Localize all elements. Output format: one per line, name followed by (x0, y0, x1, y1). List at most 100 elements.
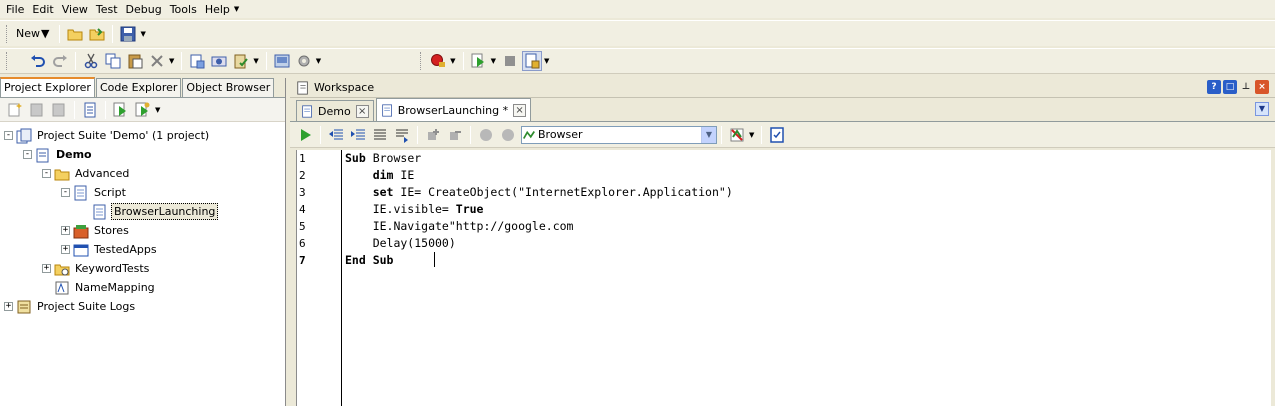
code-line[interactable]: IE.visible= True (345, 201, 733, 218)
chevron-down-icon[interactable]: ▼ (41, 27, 49, 40)
new-button[interactable]: New ▼ (13, 24, 55, 44)
toolbar-grip[interactable] (6, 24, 9, 43)
close-tab-icon[interactable]: × (355, 104, 369, 118)
routine-selector[interactable]: Browser ▼ (521, 125, 717, 144)
check-syntax-icon[interactable] (767, 125, 787, 145)
cut-icon[interactable] (81, 51, 101, 71)
copy-icon[interactable] (103, 51, 123, 71)
clipboard-check-icon[interactable] (231, 51, 251, 71)
code-line[interactable]: set IE= CreateObject("InternetExplorer.A… (345, 184, 733, 201)
record-icon[interactable] (209, 51, 229, 71)
bookmark-add-icon[interactable] (423, 125, 443, 145)
close-icon[interactable]: × (1255, 80, 1269, 94)
chevron-down-icon[interactable]: ▼ (253, 57, 258, 65)
code-line[interactable]: IE.Navigate"http://google.com (345, 218, 733, 235)
open-project-icon[interactable] (87, 24, 107, 44)
indent-icon[interactable] (348, 125, 368, 145)
add-existing-icon[interactable] (27, 100, 47, 120)
menu-test[interactable]: Test (96, 3, 118, 16)
uncomment-icon[interactable] (392, 125, 412, 145)
test-items-icon[interactable] (521, 51, 542, 71)
expand-icon[interactable]: + (4, 302, 13, 311)
stop-icon[interactable] (500, 51, 520, 71)
code-line[interactable]: dim IE (345, 167, 733, 184)
menu-help[interactable]: Help (205, 3, 230, 16)
menu-edit[interactable]: Edit (32, 3, 53, 16)
breakpoint-icon[interactable] (428, 51, 448, 71)
chevron-down-icon[interactable]: ▼ (491, 57, 496, 65)
code-editor[interactable]: 1 2 3 4 5 6 7 Sub Browser dim IE set IE= Creat… (296, 150, 1271, 406)
new-item-icon[interactable] (5, 100, 25, 120)
chevron-down-icon[interactable]: ▼ (140, 30, 145, 38)
close-tab-icon[interactable]: × (513, 103, 527, 117)
tree-item-demo[interactable]: - Demo (0, 145, 285, 164)
delete-icon[interactable] (147, 51, 167, 71)
bookmark-remove-icon[interactable] (445, 125, 465, 145)
tab-list-dropdown-icon[interactable]: ▼ (1255, 102, 1269, 116)
chevron-down-icon[interactable]: ▼ (155, 106, 160, 114)
tree-item-testedapps[interactable]: + TestedApps (0, 240, 285, 259)
collapse-icon[interactable]: - (42, 169, 51, 178)
navigate-forward-icon[interactable] (498, 125, 518, 145)
add-item-icon[interactable] (187, 51, 207, 71)
chevron-down-icon[interactable]: ▼ (701, 126, 716, 143)
expand-icon[interactable]: + (61, 226, 70, 235)
collapse-icon[interactable]: - (23, 150, 32, 159)
code-area[interactable]: Sub Browser dim IE set IE= CreateObject(… (345, 150, 733, 269)
chevron-down-icon[interactable]: ▼ (749, 131, 754, 139)
collapse-icon[interactable]: - (4, 131, 13, 140)
toolbar-separator (59, 24, 61, 43)
run-icon[interactable] (469, 51, 489, 71)
outdent-icon[interactable] (326, 125, 346, 145)
menu-view[interactable]: View (62, 3, 88, 16)
menu-tools[interactable]: Tools (170, 3, 197, 16)
code-text: Browser (365, 151, 422, 165)
tree-item-keywordtests[interactable]: + KeywordTests (0, 259, 285, 278)
tree-item-script[interactable]: - Script (0, 183, 285, 202)
code-line[interactable]: Delay(15000) (345, 235, 733, 252)
toolbar-grip[interactable] (6, 52, 9, 70)
open-folder-icon[interactable] (65, 24, 85, 44)
code-line[interactable]: End Sub (345, 252, 733, 269)
tree-item-advanced[interactable]: - Advanced (0, 164, 285, 183)
tab-demo[interactable]: Demo × (296, 100, 374, 121)
tree-item-stores[interactable]: + Stores (0, 221, 285, 240)
menu-file[interactable]: File (6, 3, 24, 16)
navigate-back-icon[interactable] (476, 125, 496, 145)
paste-icon[interactable] (125, 51, 145, 71)
tree-item-project-suite-logs[interactable]: + Project Suite Logs (0, 297, 285, 316)
screenshot-icon[interactable] (272, 51, 292, 71)
save-icon[interactable] (118, 24, 138, 44)
tree-item-browserlaunching[interactable]: BrowserLaunching (0, 202, 285, 221)
help-icon[interactable]: ? (1207, 80, 1221, 94)
redo-icon[interactable] (50, 51, 70, 71)
settings-icon[interactable] (294, 51, 314, 71)
run-item-icon[interactable] (111, 100, 131, 120)
undo-icon[interactable] (28, 51, 48, 71)
pin-icon[interactable]: ⊥ (1239, 80, 1253, 94)
chevron-down-icon[interactable]: ▼ (234, 5, 239, 13)
code-line[interactable]: Sub Browser (345, 150, 733, 167)
chevron-down-icon[interactable]: ▼ (450, 57, 455, 65)
comment-icon[interactable] (370, 125, 390, 145)
tab-project-explorer[interactable]: Project Explorer (0, 77, 95, 97)
code-completion-icon[interactable] (727, 125, 747, 145)
menu-debug[interactable]: Debug (126, 3, 162, 16)
expand-icon[interactable]: + (61, 245, 70, 254)
collapse-icon[interactable]: - (61, 188, 70, 197)
expand-icon[interactable]: + (42, 264, 51, 273)
run-routine-icon[interactable] (295, 125, 315, 145)
tree-item-project-suite-demo-1-project[interactable]: - Project Suite 'Demo' (1 project) (0, 126, 285, 145)
run-selected-icon[interactable] (133, 100, 153, 120)
chevron-down-icon[interactable]: ▼ (544, 57, 549, 65)
properties-icon[interactable] (80, 100, 100, 120)
tab-browserlaunching[interactable]: BrowserLaunching * × (375, 98, 532, 121)
tab-object-browser[interactable]: Object Browser (182, 78, 275, 97)
remove-item-icon[interactable] (49, 100, 69, 120)
chevron-down-icon[interactable]: ▼ (169, 57, 174, 65)
tree-item-namemapping[interactable]: NameMapping (0, 278, 285, 297)
maximize-icon[interactable]: □ (1223, 80, 1237, 94)
chevron-down-icon[interactable]: ▼ (316, 57, 321, 65)
tab-code-explorer[interactable]: Code Explorer (95, 78, 182, 97)
toolbar-grip[interactable] (420, 52, 423, 70)
